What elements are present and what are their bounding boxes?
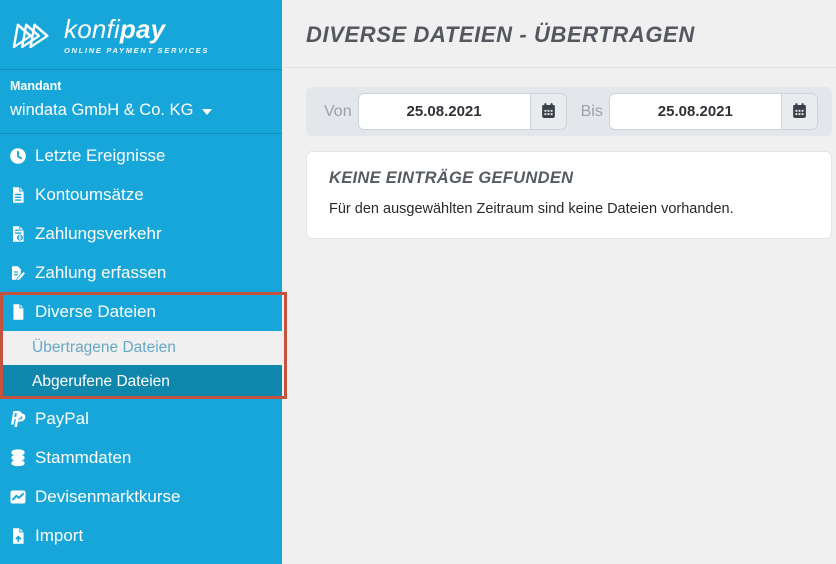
chevron-down-icon [202,109,212,115]
sidebar-item-stammdaten[interactable]: Stammdaten [0,438,282,477]
file-icon [8,302,28,321]
sidebar-item-label: Kontoumsätze [35,185,144,205]
from-calendar-button[interactable] [530,93,567,130]
from-label: Von [316,103,358,121]
calendar-icon [791,102,808,122]
file-signature-icon [8,263,28,282]
calendar-icon [540,102,557,122]
from-date-input[interactable] [358,93,530,130]
sidebar-item-diverse-dateien[interactable]: Diverse Dateien [0,292,282,331]
empty-state-card: KEINE EINTRÄGE GEFUNDEN Für den ausgewäh… [306,151,832,239]
content-area: Von [282,68,836,239]
to-date-group [609,93,818,130]
sidebar-item-paypal[interactable]: PayPal [0,399,282,438]
logo-text: konfipay ONLINE PAYMENT SERVICES [64,14,209,55]
page-title: DIVERSE DATEIEN - ÜBERTRAGEN [306,22,812,48]
empty-state-message: Für den ausgewählten Zeitraum sind keine… [329,201,809,217]
sidebar-subitem-label: Übertragene Dateien [32,339,176,357]
logo[interactable]: konfipay ONLINE PAYMENT SERVICES [0,0,282,70]
sidebar-item-import[interactable]: Import [0,516,282,555]
sidebar-item-kontoumsaetze[interactable]: Kontoumsätze [0,175,282,214]
sidebar-item-label: Stammdaten [35,448,131,468]
file-lines-icon [8,185,28,204]
sidebar-subitem-abgerufene-dateien[interactable]: Abgerufene Dateien [0,365,282,399]
from-date-group [358,93,567,130]
file-import-icon [8,526,28,545]
sidebar-item-label: PayPal [35,409,89,429]
to-calendar-button[interactable] [781,93,818,130]
sidebar-item-label: Diverse Dateien [35,302,156,322]
sidebar-item-label: Devisenmarktkurse [35,487,181,507]
file-invoice-dollar-icon: $ [8,224,28,243]
konfipay-logo-icon [8,15,58,55]
to-date-input[interactable] [609,93,781,130]
main-content: DIVERSE DATEIEN - ÜBERTRAGEN Von [282,0,836,564]
sidebar-item-label: Letzte Ereignisse [35,146,165,166]
sidebar: konfipay ONLINE PAYMENT SERVICES Mandant… [0,0,282,564]
sidebar-nav: Letzte Ereignisse Kontoumsätze [0,134,282,555]
sidebar-item-label: Import [35,526,83,546]
sidebar-item-label: Zahlung erfassen [35,263,166,283]
to-label: Bis [573,103,609,121]
mandant-label: Mandant [10,79,272,93]
sidebar-item-zahlungsverkehr[interactable]: $ Zahlungsverkehr [0,214,282,253]
sidebar-subitem-label: Abgerufene Dateien [32,373,170,391]
mandant-section: Mandant windata GmbH & Co. KG [0,70,282,134]
mandant-selector[interactable]: windata GmbH & Co. KG [10,101,272,120]
page-header: DIVERSE DATEIEN - ÜBERTRAGEN [282,0,836,68]
mandant-value: windata GmbH & Co. KG [10,101,193,120]
empty-state-heading: KEINE EINTRÄGE GEFUNDEN [329,169,809,188]
database-icon [8,448,28,467]
sidebar-item-letzte-ereignisse[interactable]: Letzte Ereignisse [0,136,282,175]
paypal-icon [8,409,28,428]
diverse-dateien-group: Diverse Dateien Übertragene Dateien Abge… [0,292,282,399]
sidebar-item-zahlung-erfassen[interactable]: Zahlung erfassen [0,253,282,292]
logo-tagline: ONLINE PAYMENT SERVICES [64,46,209,55]
sidebar-subitem-uebertragene-dateien[interactable]: Übertragene Dateien [0,331,282,365]
sidebar-item-devisenmarktkurse[interactable]: Devisenmarktkurse [0,477,282,516]
clock-icon [8,146,28,165]
chart-line-icon [8,487,28,506]
date-filter-bar: Von [306,87,832,136]
logo-name-bold: pay [120,14,165,44]
logo-name-light: konfi [64,14,120,44]
sidebar-item-label: Zahlungsverkehr [35,224,162,244]
